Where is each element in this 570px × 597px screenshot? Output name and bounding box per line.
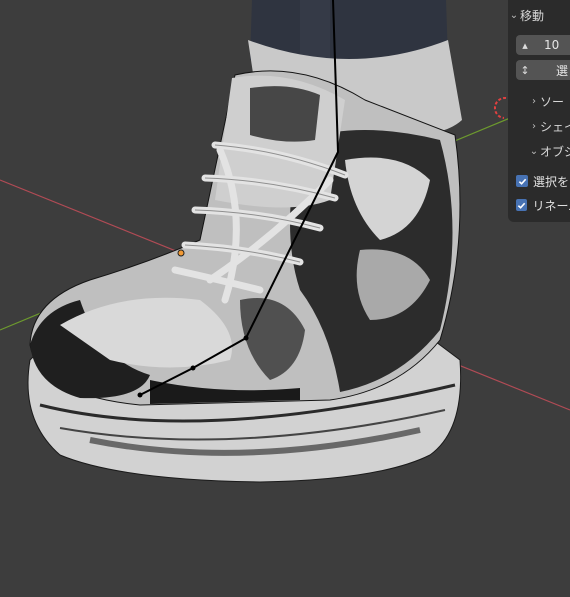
option-label: 選択を: [533, 174, 570, 189]
count-stepper[interactable]: ▴ 10: [516, 35, 570, 55]
bone-joint[interactable]: [190, 365, 196, 371]
subsection-sort-label: ソー: [540, 94, 565, 109]
count-value: 10: [544, 38, 560, 52]
viewport-scene[interactable]: [0, 0, 570, 597]
checkmark-icon: [516, 175, 528, 187]
option-label: リネーム: [532, 198, 570, 213]
subsection-shape[interactable]: › シェイ: [528, 115, 570, 137]
origin-dot-icon[interactable]: [177, 249, 185, 257]
panel-header-label: 移動: [520, 8, 545, 23]
option-checkbox-rename[interactable]: リネーム: [516, 195, 570, 215]
chevron-right-icon: ›: [532, 95, 536, 107]
up-down-arrow-icon: ▴: [522, 38, 528, 52]
select-dropdown-label: 選: [556, 63, 569, 78]
checkmark-icon: [516, 199, 528, 211]
3d-cursor-icon[interactable]: [494, 96, 507, 119]
chevron-down-icon: ⌄: [509, 9, 519, 21]
subsection-shape-label: シェイ: [540, 119, 570, 134]
chevron-down-icon: ⌄: [529, 145, 539, 157]
option-checkbox-select[interactable]: 選択を: [516, 171, 570, 191]
subsection-object[interactable]: ⌄ オブジ: [528, 140, 570, 162]
up-down-arrow-icon: ↕: [520, 63, 530, 77]
bone-joint[interactable]: [137, 392, 143, 398]
chevron-right-icon: ›: [532, 120, 536, 132]
bone-joint[interactable]: [243, 335, 249, 341]
subsection-sort[interactable]: › ソー: [528, 90, 570, 112]
select-dropdown[interactable]: ↕ 選: [516, 60, 570, 80]
operator-panel: ⌄ 移動 ▴ 10 ↕ 選 › ソー › シェイ ⌄ オブジ 選択を: [508, 0, 570, 222]
3d-viewport[interactable]: ⌄ 移動 ▴ 10 ↕ 選 › ソー › シェイ ⌄ オブジ 選択を: [0, 0, 570, 597]
panel-header-move[interactable]: ⌄ 移動: [508, 4, 570, 26]
subsection-object-label: オブジ: [540, 144, 570, 159]
